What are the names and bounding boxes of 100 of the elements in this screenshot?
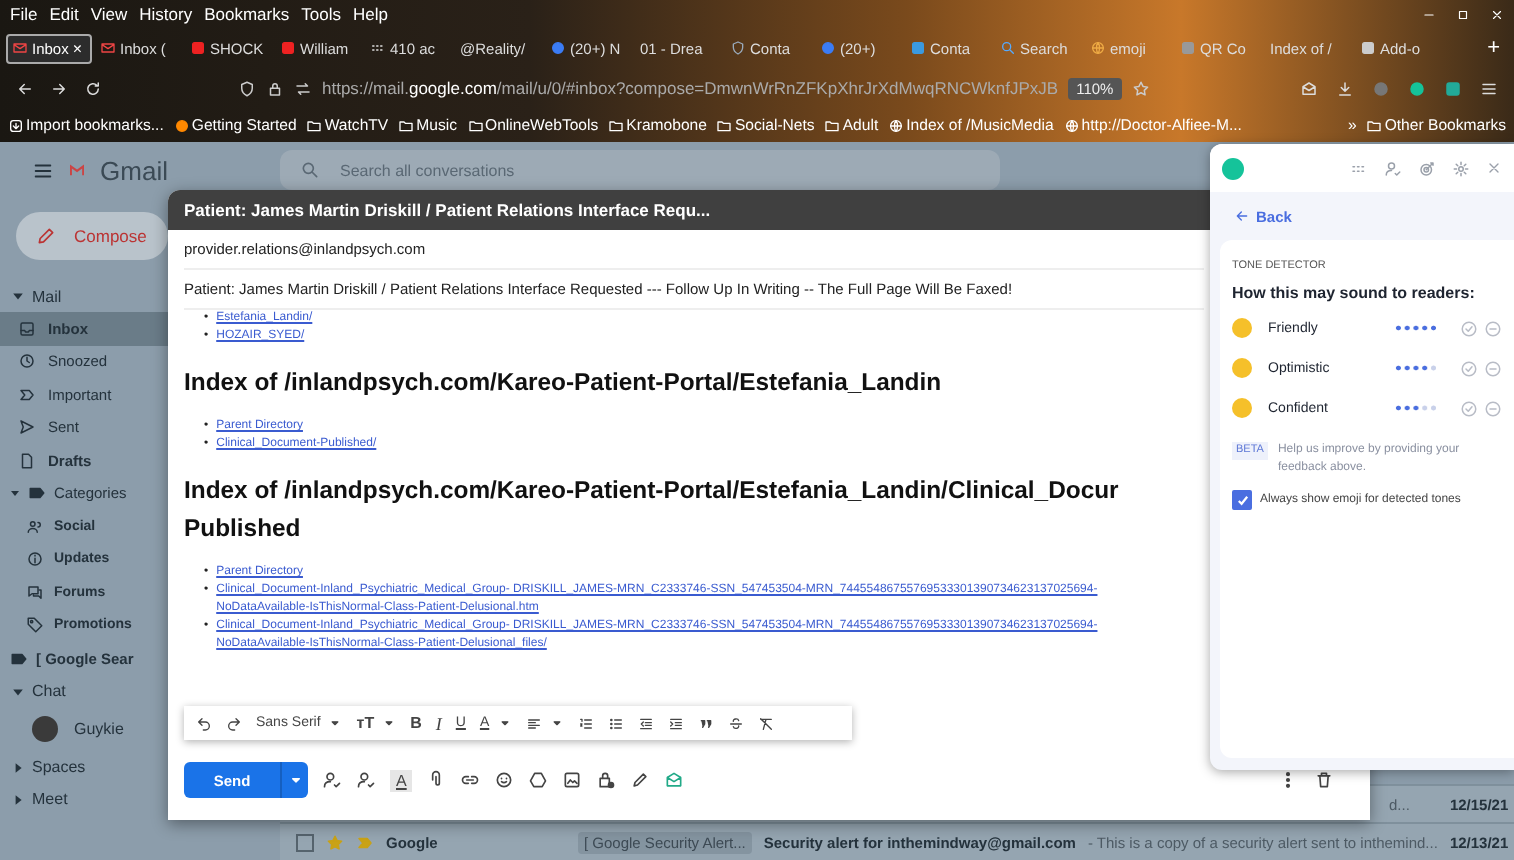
info-icon: [26, 550, 44, 569]
numbered-list-icon[interactable]: [577, 715, 594, 731]
person-check-icon[interactable]: [1384, 159, 1402, 177]
trash-icon[interactable]: [1314, 770, 1334, 790]
bulleted-list-icon[interactable]: [607, 715, 624, 731]
caret-icon: [497, 716, 512, 730]
strikethrough-icon[interactable]: [727, 715, 744, 731]
section-header[interactable]: Meet: [0, 783, 168, 815]
star-icon[interactable]: [326, 833, 344, 851]
download-icon[interactable]: [1336, 79, 1354, 97]
person-check-icon[interactable]: [322, 770, 342, 790]
person-check-icon[interactable]: [356, 770, 376, 790]
swap-icon: [294, 79, 312, 97]
avatar[interactable]: [32, 716, 58, 742]
people-icon: [26, 517, 44, 536]
undo-icon[interactable]: [196, 715, 212, 731]
inbox-icon: [18, 319, 36, 338]
target-icon[interactable]: [1418, 159, 1436, 177]
forward-icon[interactable]: [50, 79, 68, 97]
circle-icon: [173, 117, 190, 133]
image-icon[interactable]: [562, 770, 583, 790]
star-icon[interactable]: [1131, 79, 1150, 97]
checkbox[interactable]: [1232, 490, 1252, 510]
document-icon: [18, 451, 36, 470]
envelope-icon[interactable]: [664, 770, 685, 790]
import-icon: [8, 117, 24, 133]
caret-icon: [12, 793, 24, 805]
row-checkbox[interactable]: [296, 833, 314, 851]
envelope-icon: [100, 40, 116, 56]
maximize-icon[interactable]: [1456, 7, 1470, 21]
tab-close[interactable]: ×: [72, 39, 83, 57]
circle-icon[interactable]: [1408, 79, 1426, 97]
menu-item[interactable]: History: [139, 4, 193, 24]
folder-icon: [608, 117, 625, 133]
menu-item[interactable]: Edit: [49, 4, 79, 24]
indent-icon[interactable]: [667, 715, 684, 731]
folder-icon: [398, 117, 415, 133]
menu-item[interactable]: File: [10, 4, 38, 24]
check-circle-icon[interactable]: [1460, 319, 1478, 337]
settings-icon[interactable]: [1452, 159, 1470, 177]
globe-icon: [1063, 117, 1080, 133]
smiley-icon[interactable]: [494, 770, 515, 790]
align-icon[interactable]: [525, 715, 542, 731]
tone-question: How this may sound to readers:: [1232, 284, 1477, 302]
formatting-options-button[interactable]: A: [390, 769, 413, 791]
reload-icon[interactable]: [84, 79, 102, 97]
square-icon: [910, 40, 926, 56]
contact-name[interactable]: Guykie: [74, 720, 124, 738]
index-heading: Index of /inlandpsych.com/Kareo-Patient-Portal/Estefania_Landin: [184, 366, 942, 400]
folder-icon: [824, 117, 841, 133]
globe-icon: [1090, 40, 1106, 56]
address-field[interactable]: https://mail.google.com/mail/u/0/#inbox?compose=DmwnWrRnZFKpXhrJrXdMwqRNCWknfJPxJB: [322, 78, 1059, 98]
section-header[interactable]: Chat: [0, 675, 168, 707]
lock-icon: [266, 79, 284, 97]
caret-icon: [328, 716, 343, 730]
caret-icon: [12, 685, 24, 697]
label-icon: [10, 649, 28, 668]
folder-icon: [716, 117, 733, 133]
caret-icon: [10, 488, 20, 499]
new-tab-button[interactable]: +: [1487, 36, 1508, 60]
tag-icon: [26, 616, 44, 635]
menu-icon[interactable]: [32, 159, 54, 181]
app-logo-text: Gmail: [100, 155, 168, 185]
circle-logo-icon: [1222, 157, 1244, 179]
back-icon[interactable]: [16, 79, 34, 97]
redo-icon[interactable]: [226, 715, 242, 731]
font-size-button[interactable]: тT: [356, 714, 375, 732]
importance-marker-icon[interactable]: [356, 833, 374, 851]
pen-icon[interactable]: [630, 770, 651, 790]
clock-icon: [18, 352, 36, 371]
bold-button[interactable]: B: [410, 714, 422, 732]
clear-formatting-icon[interactable]: [757, 715, 774, 731]
square-icon[interactable]: [1444, 79, 1462, 97]
circle-icon: [820, 40, 836, 56]
folder-icon: [1366, 117, 1383, 133]
send-options-button[interactable]: [280, 762, 308, 798]
section-header[interactable]: Mail: [0, 280, 168, 312]
caret-icon: [12, 290, 24, 302]
section-header[interactable]: Spaces: [0, 751, 168, 783]
dots-icon: [370, 40, 386, 56]
quote-icon[interactable]: [697, 715, 714, 731]
outdent-icon[interactable]: [637, 715, 654, 731]
pencil-icon: [36, 226, 56, 246]
menu-item[interactable]: Help: [352, 4, 388, 24]
send-icon: [18, 418, 36, 437]
square-icon: [1180, 40, 1196, 56]
link-icon[interactable]: [460, 770, 481, 790]
menu-item[interactable]: Bookmarks: [204, 4, 290, 24]
caret-icon: [382, 716, 397, 730]
check-circle-icon[interactable]: [1460, 399, 1478, 417]
check-circle-icon[interactable]: [1460, 359, 1478, 377]
menu-item[interactable]: Tools: [301, 4, 341, 24]
menu-icon[interactable]: [1480, 79, 1498, 97]
shield-icon: [730, 40, 746, 56]
folder-icon: [467, 117, 484, 133]
italic-button[interactable]: I: [435, 713, 442, 733]
label-icon: [28, 484, 46, 503]
chat-icon: [26, 583, 44, 602]
lock-icon[interactable]: [596, 770, 617, 790]
menu-item[interactable]: View: [90, 4, 128, 24]
